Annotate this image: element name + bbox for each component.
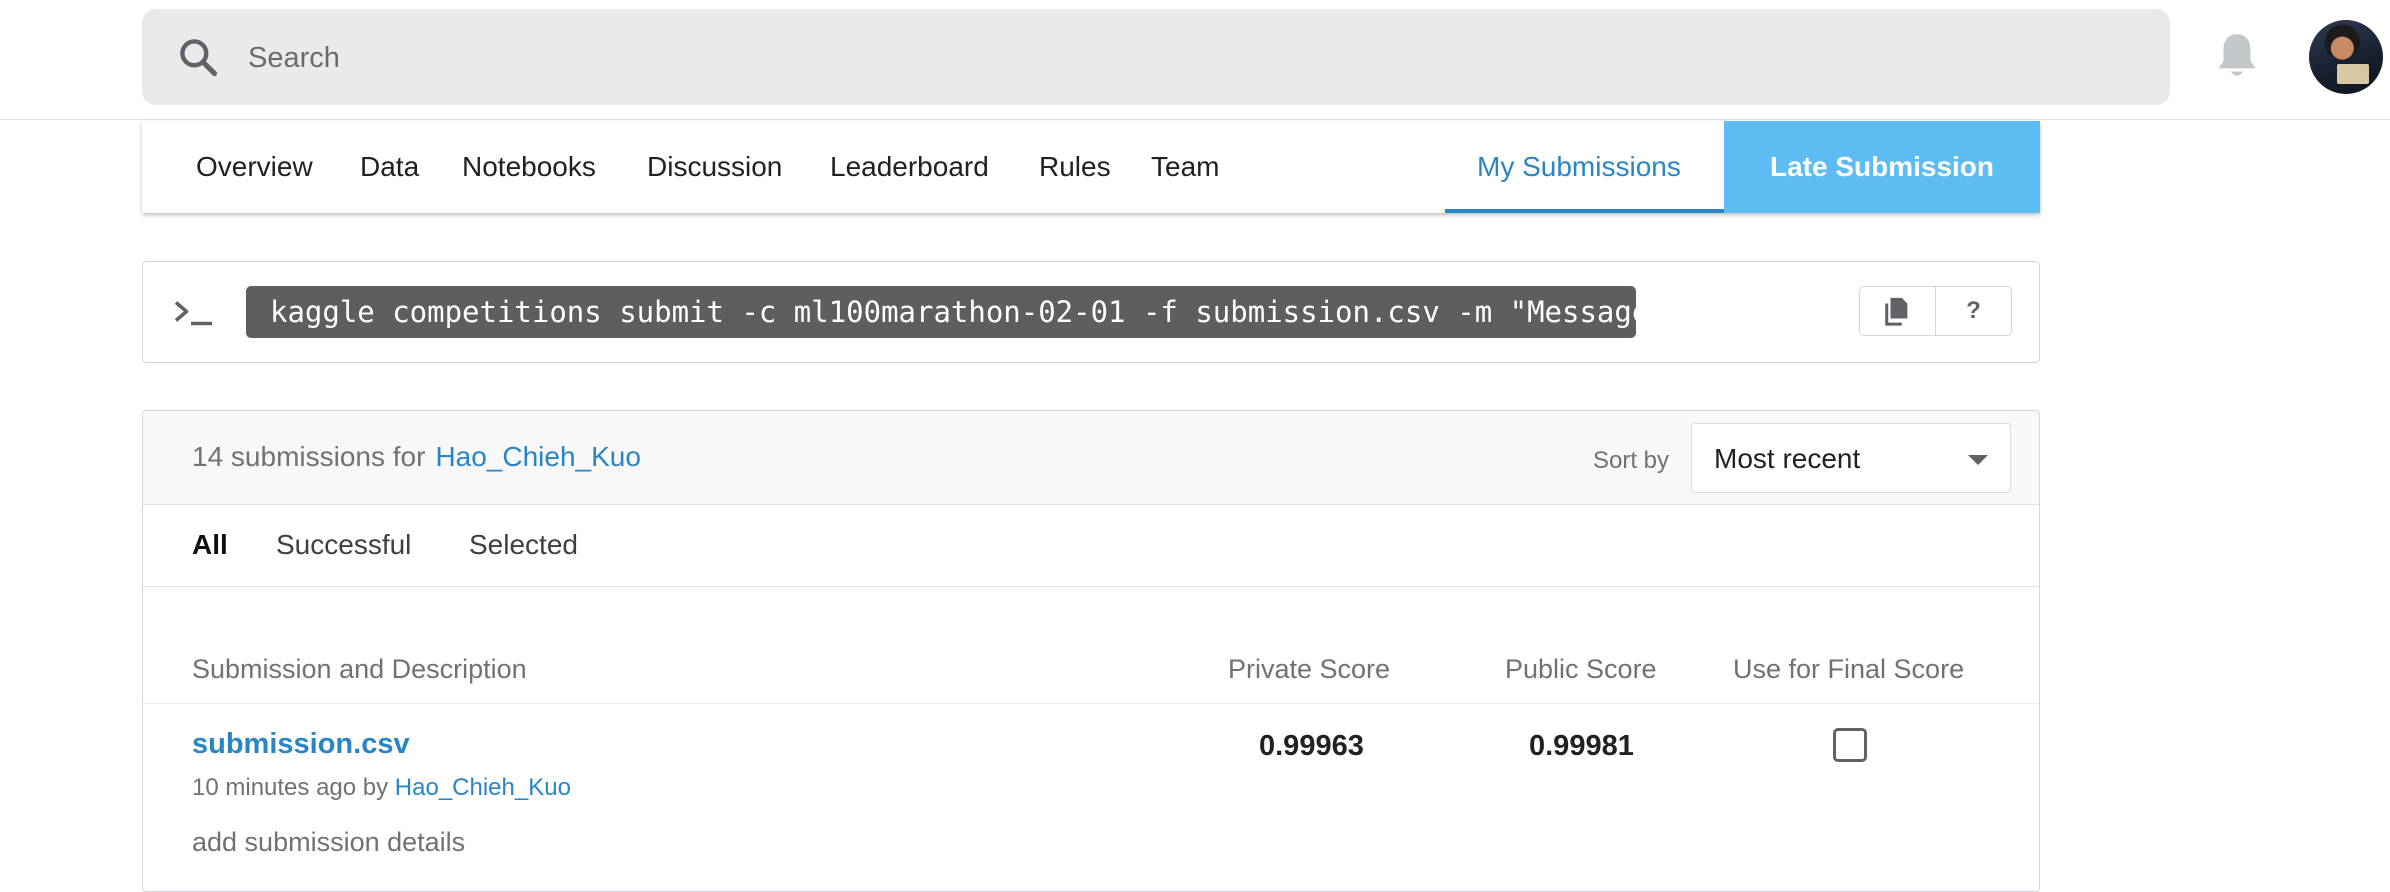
submissions-user-link[interactable]: Hao_Chieh_Kuo bbox=[435, 441, 641, 472]
submissions-count: 14 submissions for Hao_Chieh_Kuo bbox=[192, 441, 641, 473]
submission-filename-link[interactable]: submission.csv bbox=[192, 728, 410, 761]
public-score: 0.99981 bbox=[1529, 730, 1634, 762]
submissions-count-text: 14 submissions for bbox=[192, 441, 426, 472]
bell-icon[interactable] bbox=[2212, 30, 2262, 84]
avatar-laptop bbox=[2337, 64, 2369, 84]
search-icon bbox=[180, 39, 218, 77]
terminal-icon bbox=[174, 301, 212, 326]
copy-button[interactable] bbox=[1860, 287, 1936, 335]
filter-selected[interactable]: Selected bbox=[469, 529, 578, 561]
tab-team[interactable]: Team bbox=[1151, 121, 1219, 213]
submission-time: 10 minutes ago by bbox=[192, 774, 389, 801]
add-details-link[interactable]: add submission details bbox=[192, 827, 465, 858]
filter-all[interactable]: All bbox=[192, 529, 228, 561]
submission-filters: All Successful Selected bbox=[143, 504, 2039, 587]
sort-select[interactable]: Most recent bbox=[1691, 423, 2011, 493]
header-divider bbox=[143, 703, 2039, 704]
submissions-panel: 14 submissions for Hao_Chieh_Kuo Sort by … bbox=[142, 410, 2040, 892]
competition-nav: Overview Data Notebooks Discussion Leade… bbox=[142, 121, 2040, 213]
top-bar bbox=[0, 0, 2390, 120]
command-actions: ? bbox=[1859, 286, 2012, 336]
search-input[interactable] bbox=[246, 31, 2130, 85]
column-header-public-score: Public Score bbox=[1505, 654, 1657, 684]
caret-down-icon bbox=[1968, 455, 1988, 465]
late-submission-button[interactable]: Late Submission bbox=[1724, 121, 2040, 213]
active-tab-indicator bbox=[1445, 209, 1727, 213]
api-command-box: kaggle competitions submit -c ml100marat… bbox=[142, 261, 2040, 363]
submission-meta: 10 minutes ago by Hao_Chieh_Kuo bbox=[192, 774, 571, 802]
tab-discussion[interactable]: Discussion bbox=[647, 121, 782, 213]
private-score: 0.99963 bbox=[1259, 730, 1364, 762]
use-for-final-checkbox[interactable] bbox=[1833, 728, 1867, 762]
tab-leaderboard[interactable]: Leaderboard bbox=[830, 121, 989, 213]
sort-label: Sort by bbox=[1593, 447, 1670, 474]
avatar[interactable] bbox=[2309, 20, 2383, 94]
api-command-text[interactable]: kaggle competitions submit -c ml100marat… bbox=[246, 286, 1667, 338]
tab-overview[interactable]: Overview bbox=[196, 121, 313, 213]
submissions-header: 14 submissions for Hao_Chieh_Kuo Sort by … bbox=[143, 411, 2039, 505]
search-bar[interactable] bbox=[142, 9, 2170, 105]
filter-successful[interactable]: Successful bbox=[276, 529, 411, 561]
column-header-description: Submission and Description bbox=[192, 654, 527, 684]
copy-icon bbox=[1884, 297, 1907, 326]
column-header-final-score: Use for Final Score bbox=[1733, 654, 1965, 684]
tab-rules[interactable]: Rules bbox=[1039, 121, 1111, 213]
tab-data[interactable]: Data bbox=[360, 121, 419, 213]
submission-user-link[interactable]: Hao_Chieh_Kuo bbox=[395, 774, 571, 801]
tab-my-submissions[interactable]: My Submissions bbox=[1477, 121, 1681, 213]
sort-select-value: Most recent bbox=[1714, 443, 1861, 474]
tab-notebooks[interactable]: Notebooks bbox=[462, 121, 596, 213]
help-button[interactable]: ? bbox=[1936, 287, 2011, 335]
column-header-private-score: Private Score bbox=[1228, 654, 1391, 684]
